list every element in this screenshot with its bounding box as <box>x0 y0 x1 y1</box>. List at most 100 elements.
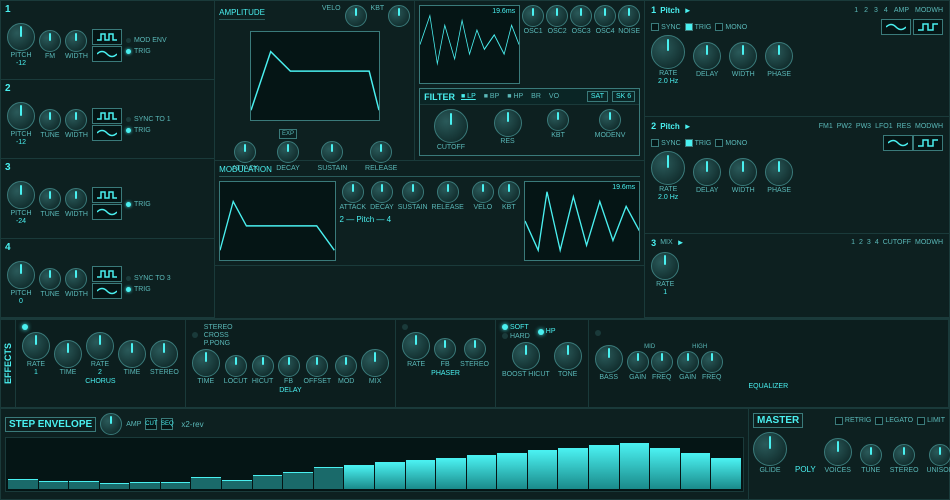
fm-knob-1[interactable] <box>39 30 61 52</box>
delay-time-knob[interactable] <box>192 349 220 377</box>
step-bar[interactable] <box>283 472 313 489</box>
step-bar[interactable] <box>528 450 558 489</box>
width-knob-4[interactable] <box>65 268 87 290</box>
res-knob[interactable] <box>494 109 522 137</box>
chorus-led[interactable] <box>22 324 28 330</box>
wave-btn-4b[interactable] <box>92 283 122 299</box>
mod-velo-knob[interactable] <box>472 181 494 203</box>
filter-hp-btn[interactable]: ■ HP <box>505 92 525 101</box>
lfo-1-mono-cb[interactable]: MONO <box>715 23 747 31</box>
step-bar[interactable] <box>589 445 619 489</box>
delay-fb-knob[interactable] <box>278 355 300 377</box>
lfo-2-mono-cb[interactable]: MONO <box>715 139 747 147</box>
lfo-2-trig-cb[interactable]: TRIG <box>685 139 712 147</box>
bass-knob[interactable] <box>595 345 623 373</box>
trig-checkbox-2[interactable] <box>685 139 693 147</box>
step-bar[interactable] <box>467 455 497 489</box>
filter-vo-btn[interactable]: VO <box>547 92 561 101</box>
pitch-knob-4[interactable] <box>7 261 35 289</box>
voices-knob[interactable] <box>824 438 852 466</box>
phaser-rate-knob[interactable] <box>402 332 430 360</box>
step-bar[interactable] <box>39 481 69 489</box>
delay-mod-knob[interactable] <box>335 355 357 377</box>
wave-btn-4a[interactable] <box>92 266 122 282</box>
pitch-knob-3[interactable] <box>7 181 35 209</box>
lfo-2-wave-1[interactable] <box>883 135 913 151</box>
limit-item[interactable]: LIMIT <box>917 417 945 425</box>
velo-knob[interactable] <box>345 5 367 27</box>
lfo-2-width-knob[interactable] <box>729 158 757 186</box>
limit-cb[interactable] <box>917 417 925 425</box>
step-bar[interactable] <box>69 481 99 490</box>
step-bar[interactable] <box>344 465 374 490</box>
lfo-3-rate-knob[interactable] <box>651 252 679 280</box>
step-bar[interactable] <box>314 467 344 489</box>
delay-sync-led[interactable] <box>192 332 198 338</box>
amp-release-knob[interactable] <box>370 141 392 163</box>
step-bar[interactable] <box>436 458 466 490</box>
step-bar[interactable] <box>497 453 527 490</box>
lfo-2-sync-cb[interactable]: SYNC <box>651 139 680 147</box>
kbt-knob[interactable] <box>388 5 410 27</box>
step-bar[interactable] <box>406 460 436 489</box>
mod-sustain-knob[interactable] <box>402 181 424 203</box>
wave-btn-1b[interactable] <box>92 46 122 62</box>
lfo-1-trig-cb[interactable]: TRIG <box>685 23 712 31</box>
step-bar[interactable] <box>130 482 160 489</box>
chorus-rate1-knob[interactable] <box>22 332 50 360</box>
lfo-2-delay-knob[interactable] <box>693 158 721 186</box>
modenv-knob[interactable] <box>599 109 621 131</box>
lfo-1-arrow[interactable]: ► <box>684 6 692 15</box>
lfo-1-delay-knob[interactable] <box>693 42 721 70</box>
step-bar[interactable] <box>222 480 252 490</box>
width-knob-3[interactable] <box>65 188 87 210</box>
mid-gain-knob[interactable] <box>627 351 649 373</box>
cutoff-knob[interactable] <box>434 109 468 143</box>
high-freq-knob[interactable] <box>701 351 723 373</box>
master-tune-knob[interactable] <box>860 444 882 466</box>
wave-btn-2b[interactable] <box>92 125 122 141</box>
tone-knob[interactable] <box>554 342 582 370</box>
noise-level-knob[interactable] <box>618 5 640 27</box>
mod-kbt-knob[interactable] <box>498 181 520 203</box>
step-bar[interactable] <box>100 483 130 489</box>
osc3-level-knob[interactable] <box>570 5 592 27</box>
delay-mix-knob[interactable] <box>361 349 389 377</box>
soft-led[interactable] <box>502 324 508 330</box>
wave-btn-3b[interactable] <box>92 204 122 220</box>
tune-knob-3[interactable] <box>39 188 61 210</box>
step-bar[interactable] <box>375 462 405 489</box>
stereo-knob[interactable] <box>893 444 915 466</box>
phaser-fb-knob[interactable] <box>434 338 456 360</box>
lfo-2-rate-knob[interactable] <box>651 151 685 185</box>
tune-knob-2[interactable] <box>39 109 61 131</box>
lfo-1-wave-1[interactable] <box>881 19 911 35</box>
glide-knob[interactable] <box>753 432 787 466</box>
osc4-level-knob[interactable] <box>594 5 616 27</box>
hard-led[interactable] <box>502 333 508 339</box>
legato-cb[interactable] <box>875 417 883 425</box>
osc1-level-knob[interactable] <box>522 5 544 27</box>
lfo-1-sync-cb[interactable]: SYNC <box>651 23 680 31</box>
phaser-led[interactable] <box>402 324 408 330</box>
unison-knob[interactable] <box>929 444 950 466</box>
mono-checkbox-2[interactable] <box>715 139 723 147</box>
mono-checkbox-1[interactable] <box>715 23 723 31</box>
amp-decay-knob[interactable] <box>277 141 299 163</box>
exp-btn[interactable]: EXP <box>279 129 297 139</box>
retrig-cb[interactable] <box>835 417 843 425</box>
wave-btn-1a[interactable] <box>92 29 122 45</box>
delay-hicut-knob[interactable] <box>252 355 274 377</box>
retrig-item[interactable]: RETRIG <box>835 417 871 425</box>
sync-checkbox-2[interactable] <box>651 139 659 147</box>
delay-locut-knob[interactable] <box>225 355 247 377</box>
step-bar[interactable] <box>8 479 38 489</box>
lfo-1-wave-2[interactable] <box>913 19 943 35</box>
high-gain-knob[interactable] <box>677 351 699 373</box>
step-bar[interactable] <box>650 448 680 490</box>
filter-bp-btn[interactable]: ■ BP <box>482 92 502 101</box>
amp-attack-knob[interactable] <box>234 141 256 163</box>
tune-knob-4[interactable] <box>39 268 61 290</box>
sync-checkbox-1[interactable] <box>651 23 659 31</box>
step-bar[interactable] <box>191 477 221 489</box>
